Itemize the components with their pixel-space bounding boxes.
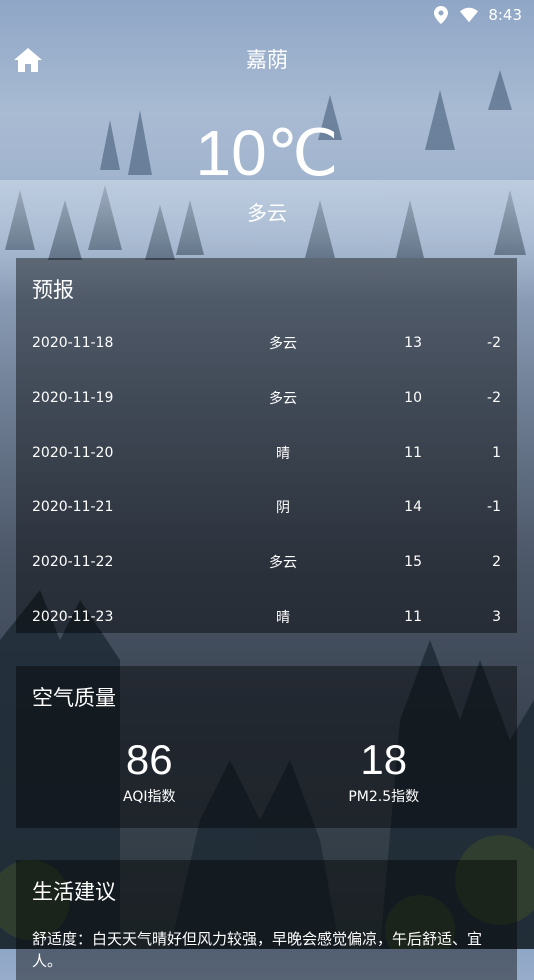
pm25-value: 18	[360, 736, 408, 783]
forecast-date: 2020-11-18	[32, 335, 114, 352]
forecast-condition: 多云	[269, 391, 297, 408]
city-title: 嘉荫	[246, 48, 288, 72]
forecast-date: 2020-11-22	[32, 554, 114, 571]
wifi-icon	[460, 6, 479, 24]
forecast-max: 10	[404, 390, 422, 407]
air-quality-card: 空气质量 86 AQI指数 18 PM2.5指数	[16, 666, 517, 828]
forecast-condition: 多云	[269, 555, 297, 572]
aqi-value: 86	[125, 736, 173, 783]
forecast-min: 1	[492, 444, 501, 461]
forecast-date: 2020-11-23	[32, 608, 114, 625]
forecast-max: 15	[404, 554, 422, 571]
status-bar: 8:43	[0, 0, 534, 30]
forecast-row: 2020-11-21 阴 14 -1	[32, 480, 501, 535]
forecast-card: 预报 2020-11-18 多云 13 -2 2020-11-19 多云 10 …	[16, 258, 517, 633]
air-quality-title: 空气质量	[32, 686, 116, 710]
status-time: 8:43	[488, 6, 522, 24]
forecast-max: 14	[404, 499, 422, 516]
forecast-row: 2020-11-23 晴 11 3	[32, 589, 501, 644]
aqi-block: 86 AQI指数	[32, 736, 267, 806]
forecast-date: 2020-11-21	[32, 499, 114, 516]
current-weather: 10℃ 多云	[0, 115, 534, 226]
current-temperature: 10℃	[195, 117, 339, 189]
forecast-min: -1	[487, 499, 501, 516]
forecast-row: 2020-11-19 多云 10 -2	[32, 371, 501, 426]
life-suggestion-card: 生活建议 舒适度：白天天气晴好但风力较强，早晚会感觉偏凉，午后舒适、宜人。	[16, 860, 517, 980]
location-icon	[432, 6, 450, 24]
forecast-min: -2	[487, 390, 501, 407]
forecast-condition: 阴	[276, 500, 290, 517]
aqi-label: AQI指数	[123, 789, 176, 805]
forecast-row: 2020-11-22 多云 15 2	[32, 535, 501, 590]
forecast-date: 2020-11-20	[32, 444, 114, 461]
pm25-label: PM2.5指数	[348, 789, 420, 805]
header: 嘉荫	[0, 40, 534, 78]
forecast-condition: 晴	[276, 445, 290, 462]
comfort-text: 舒适度：白天天气晴好但风力较强，早晚会感觉偏凉，午后舒适、宜人。	[32, 930, 483, 970]
forecast-max: 11	[404, 444, 422, 461]
forecast-min: -2	[487, 335, 501, 352]
forecast-max: 13	[404, 335, 422, 352]
forecast-row: 2020-11-20 晴 11 1	[32, 425, 501, 480]
current-condition: 多云	[247, 201, 287, 225]
forecast-date: 2020-11-19	[32, 390, 114, 407]
forecast-title: 预报	[32, 278, 74, 302]
pm25-block: 18 PM2.5指数	[267, 736, 502, 806]
life-title: 生活建议	[32, 880, 116, 904]
forecast-condition: 多云	[269, 336, 297, 353]
forecast-max: 11	[404, 608, 422, 625]
forecast-min: 2	[492, 554, 501, 571]
forecast-condition: 晴	[276, 609, 290, 626]
forecast-row: 2020-11-18 多云 13 -2	[32, 316, 501, 371]
forecast-min: 3	[492, 608, 501, 625]
